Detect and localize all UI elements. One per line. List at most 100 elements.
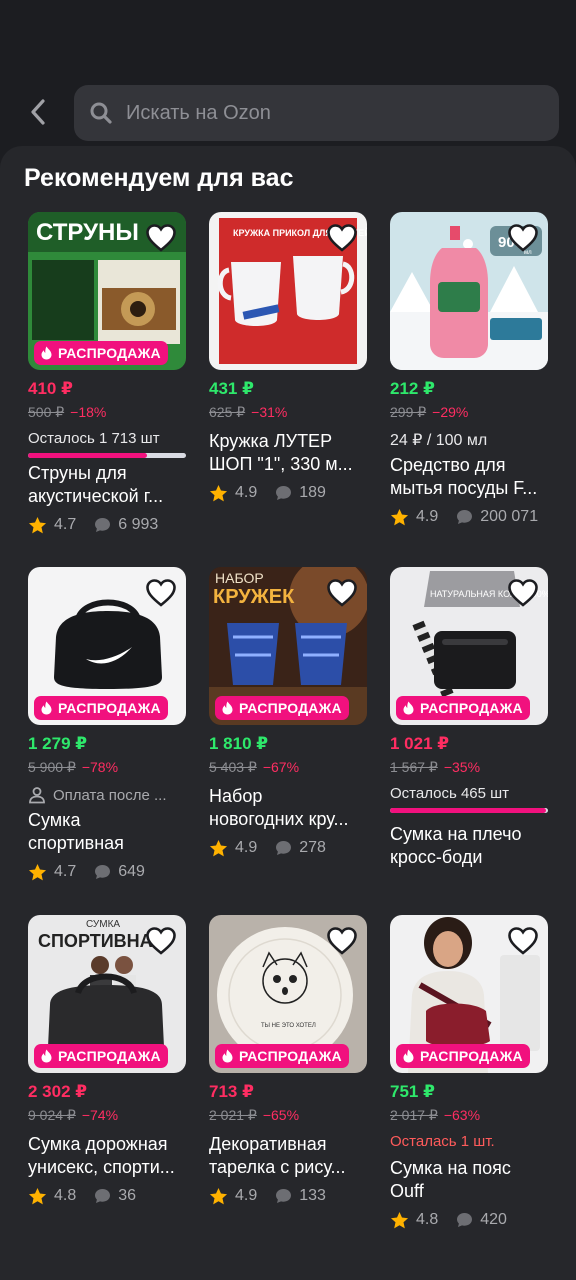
product-name[interactable]: Декоративная тарелка с рису...	[209, 1133, 367, 1179]
old-price: 5 403 ₽	[209, 759, 257, 775]
product-image[interactable]: КРУЖКА ПРИКОЛ ДЛЯ ГОСТЕЙ	[209, 212, 367, 370]
product-card[interactable]: ТЫ НЕ ЭТО ХОТЕЛ РАСПРОДАЖА 713 ₽ 2 021 ₽…	[209, 915, 367, 1207]
chat-bubble-icon	[276, 486, 292, 500]
discount: −74%	[81, 1107, 119, 1123]
product-image[interactable]: 900 мл	[390, 212, 548, 370]
product-price: 713 ₽	[209, 1082, 254, 1101]
product-image[interactable]: НАБОР КРУЖЕК РАСПРОДАЖА	[209, 567, 367, 725]
sale-badge-label: РАСПРОДАЖА	[58, 700, 161, 716]
favorite-button[interactable]	[323, 923, 361, 959]
sale-badge: РАСПРОДАЖА	[396, 1044, 530, 1068]
reviews-count: 200 071	[480, 508, 539, 525]
star-icon	[28, 863, 47, 880]
star-icon	[390, 1211, 409, 1228]
sale-badge-label: РАСПРОДАЖА	[58, 345, 161, 361]
discount: −31%	[251, 404, 288, 420]
product-price: 2 302 ₽	[28, 1082, 88, 1101]
back-button[interactable]	[22, 96, 54, 128]
chat-bubble-icon	[95, 1189, 111, 1203]
discount: −67%	[262, 759, 300, 775]
product-name[interactable]: Сумка на пояс Ouff	[390, 1157, 548, 1203]
product-name[interactable]: Сумка на плечо кросс-боди	[390, 823, 548, 869]
product-name-line: новогодних кру...	[209, 809, 349, 829]
sale-badge: РАСПРОДАЖА	[215, 696, 349, 720]
product-card[interactable]: СУМКА СПОРТИВНАЯ РАСПРОДАЖА 2 302 ₽ 9 02…	[28, 915, 186, 1207]
favorite-button[interactable]	[142, 923, 180, 959]
product-card[interactable]: РАСПРОДАЖА 751 ₽ 2 017 ₽ −63% Осталась 1 …	[390, 915, 548, 1231]
pay-later-info: Оплата после ...	[28, 785, 186, 805]
chat-bubble-icon	[457, 1213, 473, 1227]
product-name[interactable]: Средство для мытья посуды F...	[390, 454, 548, 500]
discount: −65%	[262, 1107, 300, 1123]
svg-text:СТРУНЫ: СТРУНЫ	[36, 219, 139, 246]
old-price-row: 5 900 ₽ −78%	[28, 759, 186, 779]
flame-icon	[41, 1049, 52, 1063]
favorite-button[interactable]	[504, 220, 542, 256]
product-image[interactable]: СУМКА СПОРТИВНАЯ РАСПРОДАЖА	[28, 915, 186, 1073]
product-name[interactable]: Струны для акустической г...	[28, 462, 186, 508]
product-card[interactable]: РАСПРОДАЖА 1 279 ₽ 5 900 ₽ −78% Оплата по…	[28, 567, 186, 883]
product-image[interactable]: СТРУНЫ РАСПРОДАЖА	[28, 212, 186, 370]
heart-outline-icon	[146, 579, 176, 607]
product-name-line: унисекс, спорти...	[28, 1157, 175, 1177]
product-name-line: кросс-боди	[390, 847, 483, 867]
sale-badge: РАСПРОДАЖА	[34, 341, 168, 365]
flame-icon	[41, 346, 52, 360]
old-price: 2 017 ₽	[390, 1107, 438, 1123]
recommendations-panel: Рекомендуем для вас СТРУНЫ РАСПРОДАЖА 41	[0, 146, 576, 1280]
product-price: 212 ₽	[390, 379, 435, 398]
star-icon	[209, 1187, 228, 1204]
product-name[interactable]: Сумка дорожная унисекс, спорти...	[28, 1133, 186, 1179]
flame-icon	[403, 701, 414, 715]
product-card[interactable]: КРУЖКА ПРИКОЛ ДЛЯ ГОСТЕЙ 431 ₽ 625 ₽ −31%…	[209, 212, 367, 504]
product-price: 751 ₽	[390, 1082, 435, 1101]
search-input[interactable]	[126, 101, 526, 125]
old-price-row: 1 567 ₽ −35%	[390, 759, 548, 779]
heart-outline-icon	[146, 224, 176, 252]
discount: −63%	[443, 1107, 481, 1123]
product-image[interactable]: РАСПРОДАЖА	[390, 915, 548, 1073]
product-image[interactable]: РАСПРОДАЖА	[28, 567, 186, 725]
rating-row: 4.9 278	[209, 837, 367, 859]
favorite-button[interactable]	[504, 923, 542, 959]
product-card[interactable]: 900 мл 212 ₽ 299 ₽ −29% 24 ₽ / 100 мл Сре…	[390, 212, 548, 528]
search-bar[interactable]	[74, 85, 559, 141]
product-card[interactable]: НАБОР КРУЖЕК РАСПРОДАЖА 1 810 ₽ 5 403 ₽ −…	[209, 567, 367, 859]
rating-row: 4.9 189	[209, 482, 367, 504]
chat-bubble-icon	[95, 518, 111, 532]
reviews-count: 649	[118, 863, 145, 880]
star-icon	[209, 839, 228, 856]
svg-text:КРУЖЕК: КРУЖЕК	[213, 586, 295, 608]
product-name-line: ШОП "1", 330 м...	[209, 454, 353, 474]
product-image[interactable]: ТЫ НЕ ЭТО ХОТЕЛ РАСПРОДАЖА	[209, 915, 367, 1073]
product-name-line: Струны для	[28, 463, 127, 483]
old-price-row: 5 403 ₽ −67%	[209, 759, 367, 779]
product-name[interactable]: Кружка ЛУТЕР ШОП "1", 330 м...	[209, 430, 367, 476]
favorite-button[interactable]	[142, 575, 180, 611]
old-price-row: 625 ₽ −31%	[209, 404, 367, 424]
product-name[interactable]: Сумка спортивная	[28, 809, 186, 855]
stock-progress-fill	[28, 453, 147, 458]
product-price: 1 810 ₽	[209, 734, 269, 753]
product-name-line: Сумка	[28, 810, 81, 830]
favorite-button[interactable]	[142, 220, 180, 256]
favorite-button[interactable]	[323, 575, 361, 611]
product-name-line: Сумка дорожная	[28, 1134, 168, 1154]
product-card[interactable]: НАТУРАЛЬНАЯ КОЖА 100% РАСПРОДАЖА 1 021 ₽…	[390, 567, 548, 869]
rating-value: 4.9	[235, 839, 258, 856]
reviews-count: 6 993	[118, 516, 159, 533]
product-name-line: Сумка на пояс	[390, 1158, 511, 1178]
product-card[interactable]: СТРУНЫ РАСПРОДАЖА 410 ₽ 500 ₽ −18% Остало…	[28, 212, 186, 536]
flame-icon	[222, 1049, 233, 1063]
favorite-button[interactable]	[504, 575, 542, 611]
product-image[interactable]: НАТУРАЛЬНАЯ КОЖА 100% РАСПРОДАЖА	[390, 567, 548, 725]
favorite-button[interactable]	[323, 220, 361, 256]
product-name-line: Декоративная	[209, 1134, 327, 1154]
heart-outline-icon	[508, 927, 538, 955]
product-name[interactable]: Набор новогодних кру...	[209, 785, 367, 831]
svg-text:СУМКА: СУМКА	[86, 919, 120, 930]
chevron-left-icon	[31, 99, 45, 125]
discount: −29%	[432, 404, 469, 420]
product-name-line: Ouff	[390, 1181, 424, 1201]
rating-row: 4.7 6 993	[28, 514, 186, 536]
